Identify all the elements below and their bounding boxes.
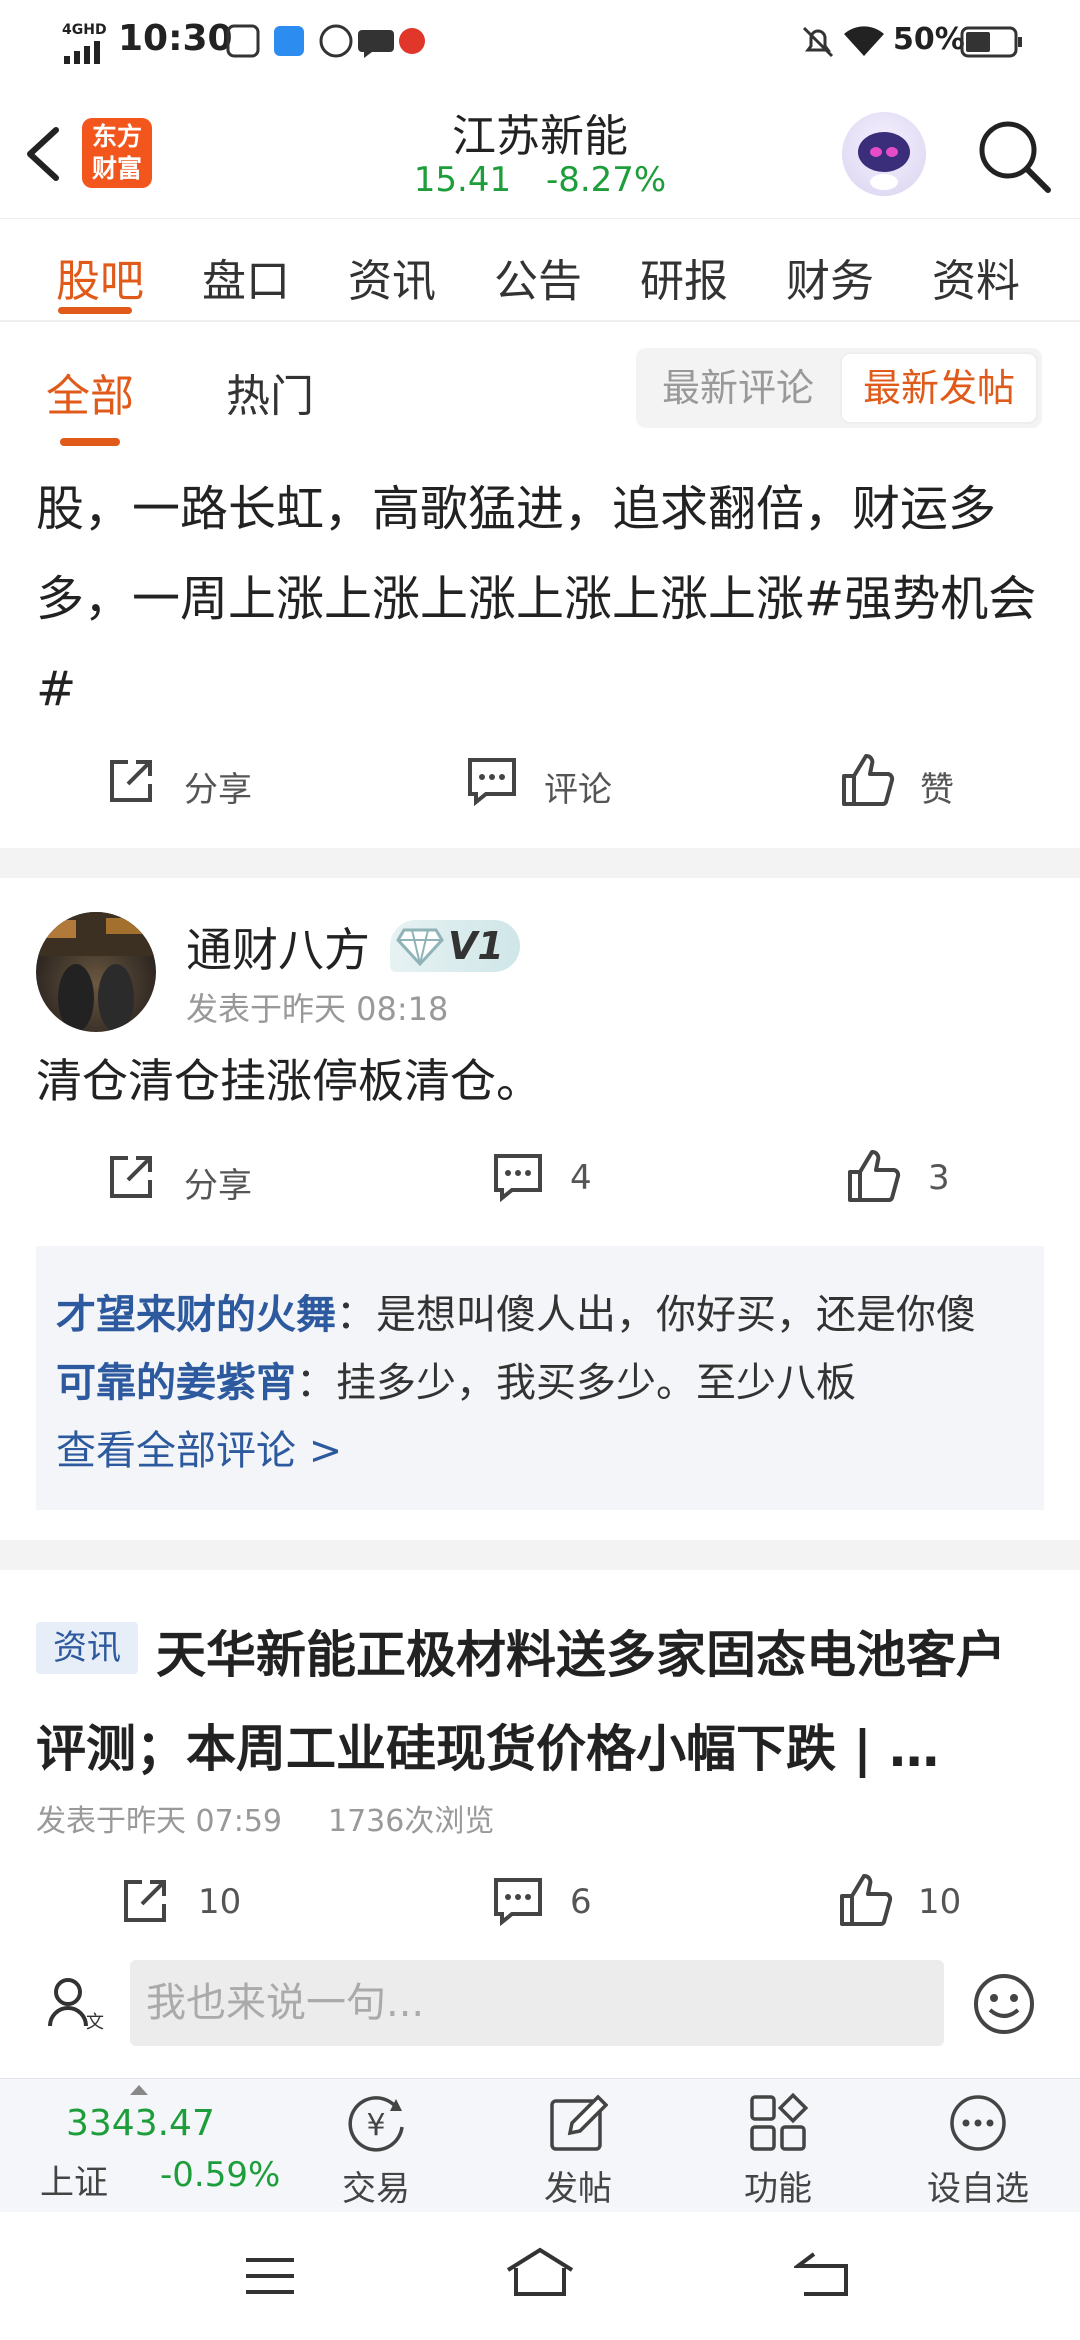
system-nav-bar — [0, 2212, 1080, 2340]
stock-tabs: 股吧 盘口 资讯 公告 研报 财务 资料 — [0, 218, 1080, 322]
share-label[interactable]: 分享 — [184, 762, 252, 811]
post-content[interactable]: 清仓清仓挂涨停板清仓。 — [36, 1036, 1046, 1126]
compose-icon[interactable] — [548, 2093, 608, 2153]
active-tab-indicator — [58, 307, 132, 314]
comment-item: 才望来财的火舞：是想叫傻人出，你好买，还是你傻 — [56, 1282, 976, 1340]
nav-functions[interactable]: 功能 — [718, 2161, 838, 2210]
voice-input-icon[interactable]: 文 — [46, 1976, 106, 2032]
back-icon[interactable] — [794, 2248, 850, 2298]
signal-icon — [64, 41, 100, 64]
filter-all[interactable]: 全部 — [46, 360, 134, 424]
like-count[interactable]: 10 — [918, 1882, 961, 1922]
comment-input[interactable]: 我也来说一句... — [130, 1960, 944, 2046]
author-name[interactable]: 通财八方 — [186, 914, 370, 980]
tab-pankou[interactable]: 盘口 — [202, 245, 290, 309]
tab-research[interactable]: 研报 — [640, 245, 728, 309]
emoji-icon[interactable] — [972, 1972, 1036, 2036]
tab-profile[interactable]: 资料 — [932, 245, 1020, 309]
mute-icon — [802, 26, 834, 58]
vip-badge: V1 — [390, 920, 520, 972]
like-icon[interactable] — [840, 752, 896, 808]
avatar-image — [36, 912, 156, 1032]
share-count[interactable]: 10 — [198, 1882, 241, 1922]
comment-icon[interactable] — [492, 1876, 544, 1926]
comment-icon[interactable] — [492, 1152, 544, 1202]
battery-percent: 50% — [893, 22, 965, 57]
share-icon[interactable] — [120, 1876, 170, 1926]
comment-icon[interactable] — [466, 756, 518, 806]
commenter-name[interactable]: 才望来财的火舞 — [56, 1292, 336, 1338]
stock-price: 15.41 — [413, 160, 512, 200]
more-icon[interactable] — [948, 2093, 1008, 2153]
stock-header: 东方 财富 江苏新能 15.41 -8.27% — [0, 84, 1080, 218]
clock: 10:30 — [118, 18, 233, 59]
trade-icon[interactable]: ¥ — [344, 2093, 408, 2153]
comment-label[interactable]: 评论 — [544, 762, 612, 811]
filter-hot[interactable]: 热门 — [226, 360, 314, 424]
sort-latest-comment[interactable]: 最新评论 — [636, 348, 840, 428]
diamond-icon — [396, 928, 444, 966]
post-time: 发表于昨天 08:18 — [186, 990, 449, 1028]
post-time: 发表于昨天 07:59 — [36, 1804, 282, 1839]
view-all-comments-link[interactable]: 查看全部评论 > — [56, 1418, 342, 1476]
share-icon[interactable] — [106, 756, 156, 806]
chevron-up-icon[interactable] — [130, 2085, 148, 2095]
comment-item: 可靠的姜紫宵：挂多少，我买多少。至少八板 — [56, 1350, 856, 1408]
active-filter-indicator — [60, 438, 120, 446]
tab-announcements[interactable]: 公告 — [494, 245, 582, 309]
comment-text: ：是想叫傻人出，你好买，还是你傻 — [336, 1292, 976, 1338]
news-tag: 资讯 — [36, 1622, 138, 1674]
search-icon[interactable] — [974, 116, 1054, 196]
tab-guba[interactable]: 股吧 — [56, 245, 144, 309]
share-label[interactable]: 分享 — [184, 1158, 252, 1207]
like-label[interactable]: 赞 — [920, 762, 954, 811]
network-indicator: 4GHD — [62, 22, 107, 38]
comment-preview[interactable]: 才望来财的火舞：是想叫傻人出，你好买，还是你傻 可靠的姜紫宵：挂多少，我买多少。… — [36, 1246, 1044, 1510]
news-title[interactable]: 天华新能正极材料送多家固态电池客户评测；本周工业硅现货价格小幅下跌 | … — [36, 1608, 1046, 1796]
home-icon[interactable] — [504, 2246, 576, 2298]
divider — [0, 848, 1080, 878]
robot-assistant-avatar[interactable] — [842, 112, 926, 196]
like-icon[interactable] — [846, 1148, 902, 1204]
robot-icon — [858, 132, 910, 190]
battery-icon — [960, 26, 1022, 58]
tab-news[interactable]: 资讯 — [348, 245, 436, 309]
svg-text:¥: ¥ — [366, 2108, 385, 2143]
tab-finance[interactable]: 财务 — [786, 245, 874, 309]
comment-count[interactable]: 6 — [570, 1882, 592, 1922]
sort-segment: 最新评论 最新发帖 — [636, 348, 1042, 428]
svg-text:文: 文 — [86, 2012, 104, 2032]
functions-icon[interactable] — [748, 2093, 808, 2153]
divider — [0, 1540, 1080, 1570]
menu-icon[interactable] — [244, 2256, 296, 2296]
index-name[interactable]: 上证 — [40, 2155, 108, 2204]
index-change[interactable]: -0.59% — [160, 2155, 280, 2195]
like-icon[interactable] — [838, 1872, 894, 1928]
vip-badge-label: V1 — [448, 924, 504, 968]
wifi-icon — [844, 26, 884, 56]
share-icon[interactable] — [106, 1152, 156, 1202]
avatar[interactable] — [36, 912, 156, 1032]
stock-change: -8.27% — [545, 160, 667, 200]
nav-post[interactable]: 发帖 — [518, 2161, 638, 2210]
commenter-name[interactable]: 可靠的姜紫宵 — [56, 1360, 296, 1406]
post-content[interactable]: 股，一路长虹，高歌猛进，追求翻倍，财运多多，一周上涨上涨上涨上涨上涨上涨#强势机… — [36, 464, 1046, 734]
nav-trade[interactable]: 交易 — [316, 2161, 436, 2210]
view-count: 1736次浏览 — [328, 1804, 495, 1839]
index-value[interactable]: 3343.47 — [66, 2103, 215, 2144]
sort-latest-post[interactable]: 最新发帖 — [840, 352, 1038, 424]
like-count[interactable]: 3 — [928, 1158, 950, 1198]
comment-text: ：挂多少，我买多少。至少八板 — [296, 1360, 856, 1406]
status-bar: 4GHD 10:30 50% — [0, 0, 1080, 84]
comment-count[interactable]: 4 — [570, 1158, 592, 1198]
nav-add-watchlist[interactable]: 设自选 — [918, 2161, 1038, 2210]
feed-filters: 全部 热门 最新评论 最新发帖 — [0, 324, 1080, 452]
notification-icons — [226, 24, 425, 58]
bottom-nav: 3343.47 上证 -0.59% ¥ 交易 发帖 功能 设自选 — [0, 2078, 1080, 2212]
